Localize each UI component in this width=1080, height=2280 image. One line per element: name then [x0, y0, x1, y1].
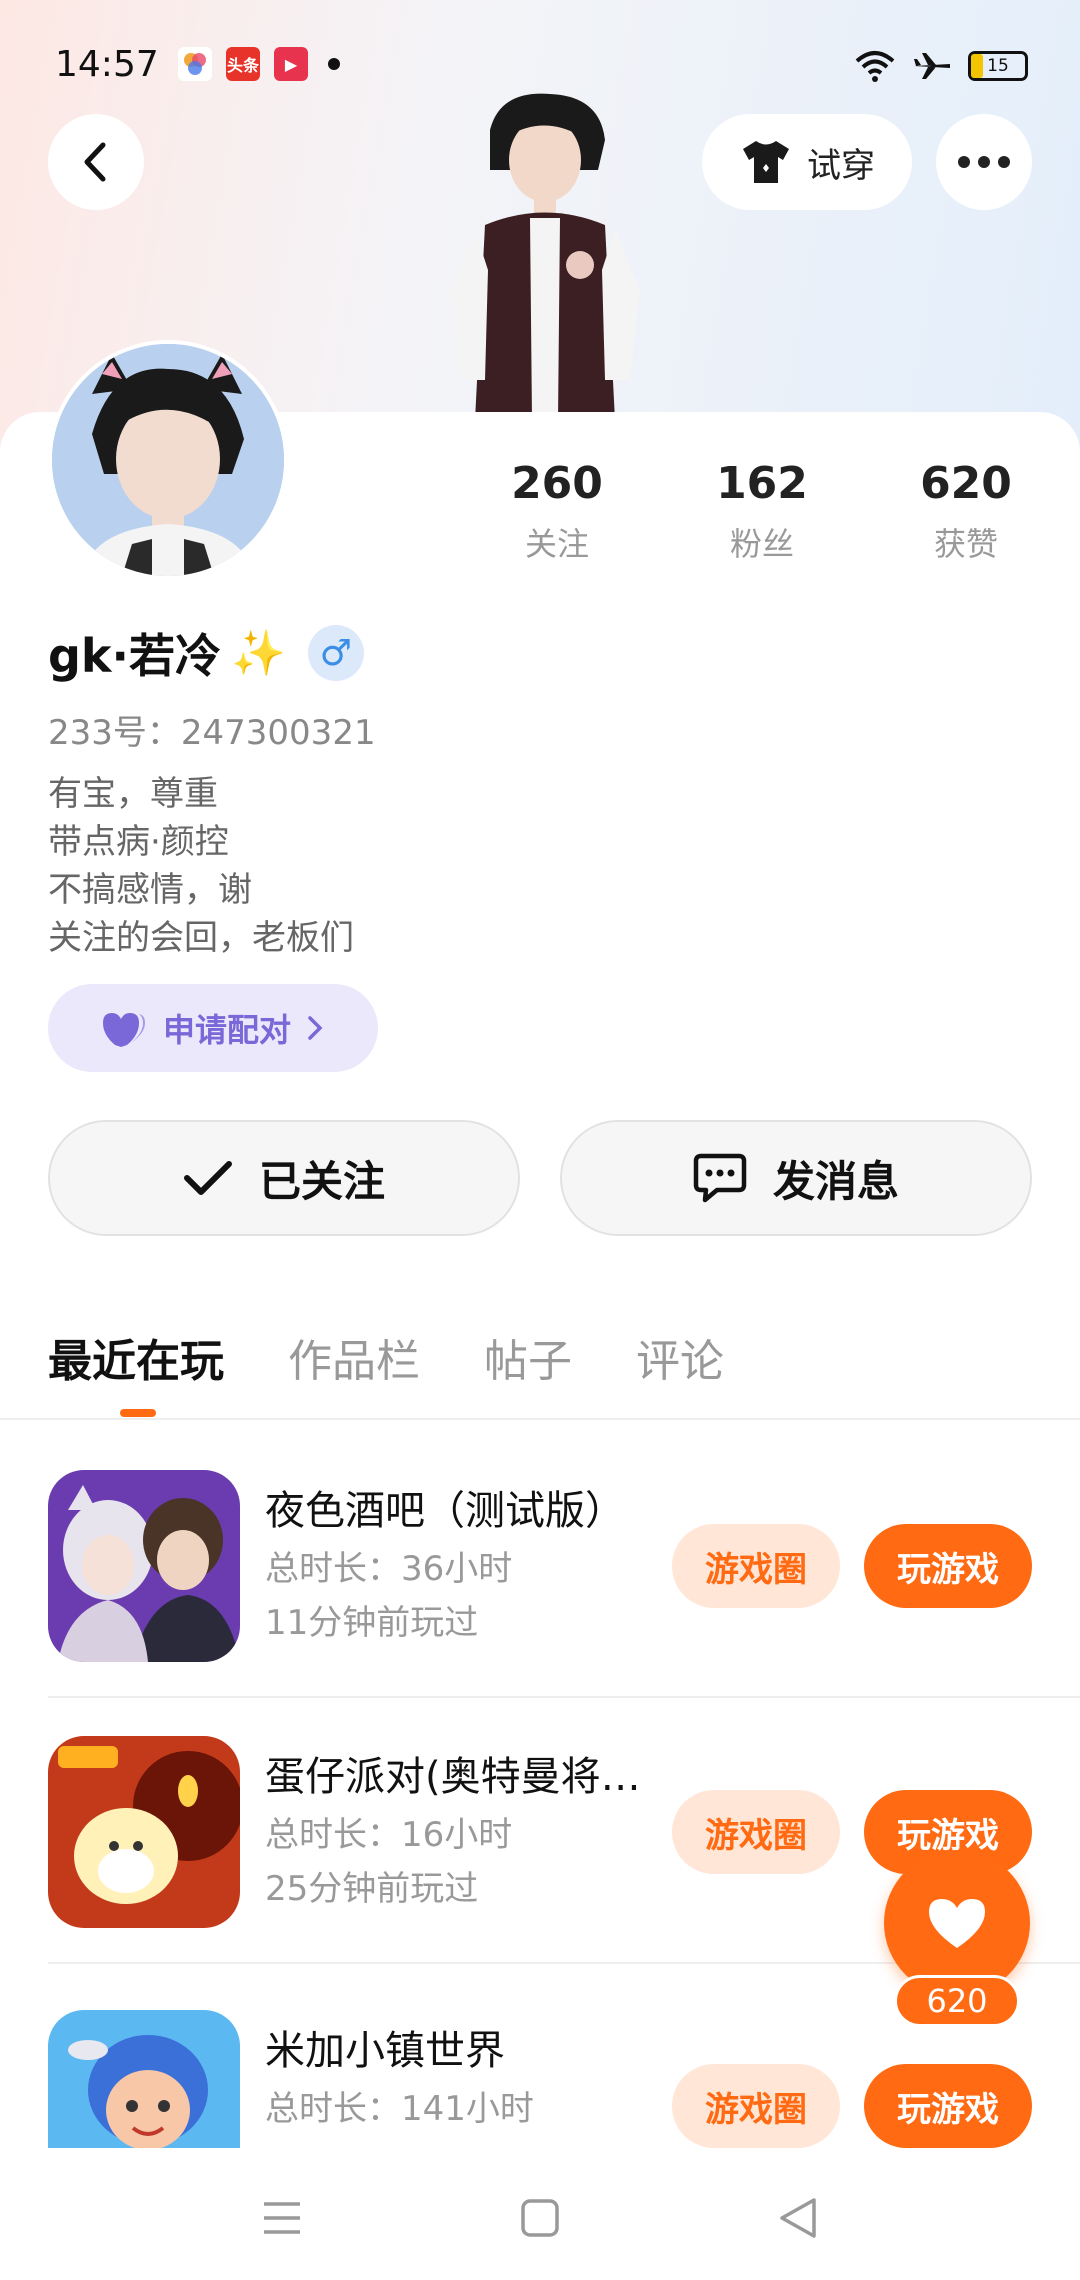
heart-pair-icon [102, 1013, 145, 1047]
game-title: 夜色酒吧（测试版） [265, 1488, 625, 1534]
game-circle-button[interactable]: 游戏圈 [672, 1790, 840, 1874]
row-divider [48, 1696, 1080, 1698]
tab-recent-played[interactable]: 最近在玩 [48, 1325, 224, 1389]
bio-line: 关注的会回，老板们 [48, 918, 354, 958]
request-pair-button[interactable]: 申请配对 [48, 984, 378, 1072]
play-game-button[interactable]: 玩游戏 [864, 1524, 1032, 1608]
status-time: 14:57 [55, 44, 159, 85]
status-bar: 14:57 头条 ▶ 15 [0, 0, 1080, 130]
sparkle-icon: ✨ [231, 628, 286, 679]
home-square-icon [521, 2199, 559, 2237]
nightbar-game-icon [48, 1470, 240, 1662]
stat-fans-label: 粉丝 [729, 525, 794, 563]
toutiao-app-icon: 头条 [226, 47, 260, 81]
message-bubble-icon [693, 1153, 747, 1203]
notification-icons: 头条 ▶ [178, 46, 340, 82]
menu-icon [264, 2202, 300, 2234]
bio-line: 不搞感情，谢 [48, 870, 252, 910]
play-game-button[interactable]: 玩游戏 [864, 2064, 1032, 2148]
followed-button[interactable]: 已关注 [48, 1120, 520, 1236]
tab-posts[interactable]: 帖子 [484, 1325, 572, 1389]
back-nav-button[interactable] [768, 2188, 828, 2248]
tab-comments[interactable]: 评论 [636, 1325, 724, 1389]
heart-icon [929, 1899, 985, 1948]
user-id: 233号：247300321 [48, 713, 376, 753]
avatar-image [52, 344, 284, 576]
game-last-played: 25分钟前玩过 [265, 1869, 479, 1909]
try-on-button[interactable]: 试穿 [702, 114, 912, 210]
wifi-icon [855, 51, 895, 82]
stat-following-label: 关注 [524, 525, 589, 563]
username-row: gk·若冷 ✨ ♂ [48, 620, 364, 686]
system-icons: 15 [854, 46, 1028, 86]
notification-dot-icon [328, 58, 340, 70]
game-last-played: 11分钟前玩过 [265, 1603, 479, 1643]
home-nav-button[interactable] [510, 2188, 570, 2248]
game-duration: 总时长：141小时 [265, 2089, 534, 2129]
stat-likes-label: 获赞 [933, 525, 998, 563]
game-icon [48, 1736, 240, 1928]
bio-line: 带点病·颜控 [48, 822, 229, 862]
bio-line: 有宝，尊重 [48, 774, 218, 814]
miga-town-game-icon [48, 2010, 240, 2148]
back-button[interactable] [48, 114, 144, 210]
tab-works[interactable]: 作品栏 [288, 1325, 420, 1389]
back-triangle-icon [780, 2198, 816, 2238]
menu-nav-button[interactable] [252, 2188, 312, 2248]
eggy-party-game-icon [48, 1736, 240, 1928]
more-dot-icon [958, 156, 970, 168]
battery-icon: 15 [968, 51, 1028, 81]
game-circle-button[interactable]: 游戏圈 [672, 1524, 840, 1608]
like-count-badge: 620 [894, 1975, 1020, 2027]
game-title: 蛋仔派对(奥特曼将… [265, 1754, 641, 1800]
bio: 有宝，尊重 带点病·颜控 不搞感情，谢 关注的会回，老板们 [48, 770, 354, 962]
battery-level: 15 [987, 56, 1009, 76]
airplane-mode-icon [914, 53, 950, 79]
followed-label: 已关注 [258, 1156, 385, 1206]
avatar[interactable] [48, 340, 288, 580]
chevron-right-icon [308, 1016, 323, 1040]
more-dot-icon [998, 156, 1010, 168]
send-message-label: 发消息 [772, 1156, 899, 1206]
send-message-button[interactable]: 发消息 [560, 1120, 1032, 1236]
tshirt-icon [743, 141, 789, 183]
game-duration: 总时长：16小时 [265, 1815, 513, 1855]
stat-following[interactable]: 260 关注 [477, 458, 637, 565]
character-3d-figure [450, 93, 640, 420]
male-gender-icon: ♂ [307, 625, 364, 681]
stat-likes[interactable]: 620 获赞 [886, 458, 1046, 565]
game-meta: 总时长：36小时 11分钟前玩过 [265, 1542, 512, 1650]
more-options-button[interactable] [936, 114, 1032, 210]
tab-divider [0, 1418, 1080, 1420]
battery-fill [971, 54, 983, 78]
stat-likes-count: 620 [920, 458, 1012, 509]
game-meta: 总时长：141小时 [265, 2082, 534, 2136]
tab-active-indicator [120, 1409, 156, 1417]
stat-following-count: 260 [511, 458, 603, 509]
photos-app-icon [178, 47, 212, 81]
game-meta: 总时长：16小时 25分钟前玩过 [265, 1808, 512, 1916]
checkmark-icon [183, 1161, 232, 1195]
game-circle-button[interactable]: 游戏圈 [672, 2064, 840, 2148]
video-app-icon: ▶ [274, 47, 308, 81]
profile-tabs: 最近在玩 作品栏 帖子 评论 [48, 1325, 724, 1389]
game-title: 米加小镇世界 [265, 2028, 505, 2074]
more-dot-icon [978, 156, 990, 168]
username: gk·若冷 [48, 629, 221, 683]
stat-fans-count: 162 [716, 458, 808, 509]
chevron-left-icon [84, 142, 106, 182]
request-pair-label: 申请配对 [162, 1011, 291, 1049]
game-icon [48, 1470, 240, 1662]
system-navigation-bar [0, 2148, 1080, 2280]
list-item[interactable]: 米加小镇世界 总时长：141小时 游戏圈 玩游戏 [0, 2010, 1080, 2148]
game-duration: 总时长：36小时 [265, 1549, 513, 1589]
stat-fans[interactable]: 162 粉丝 [682, 458, 842, 565]
game-icon [48, 2010, 240, 2148]
try-on-label: 试穿 [807, 145, 875, 186]
